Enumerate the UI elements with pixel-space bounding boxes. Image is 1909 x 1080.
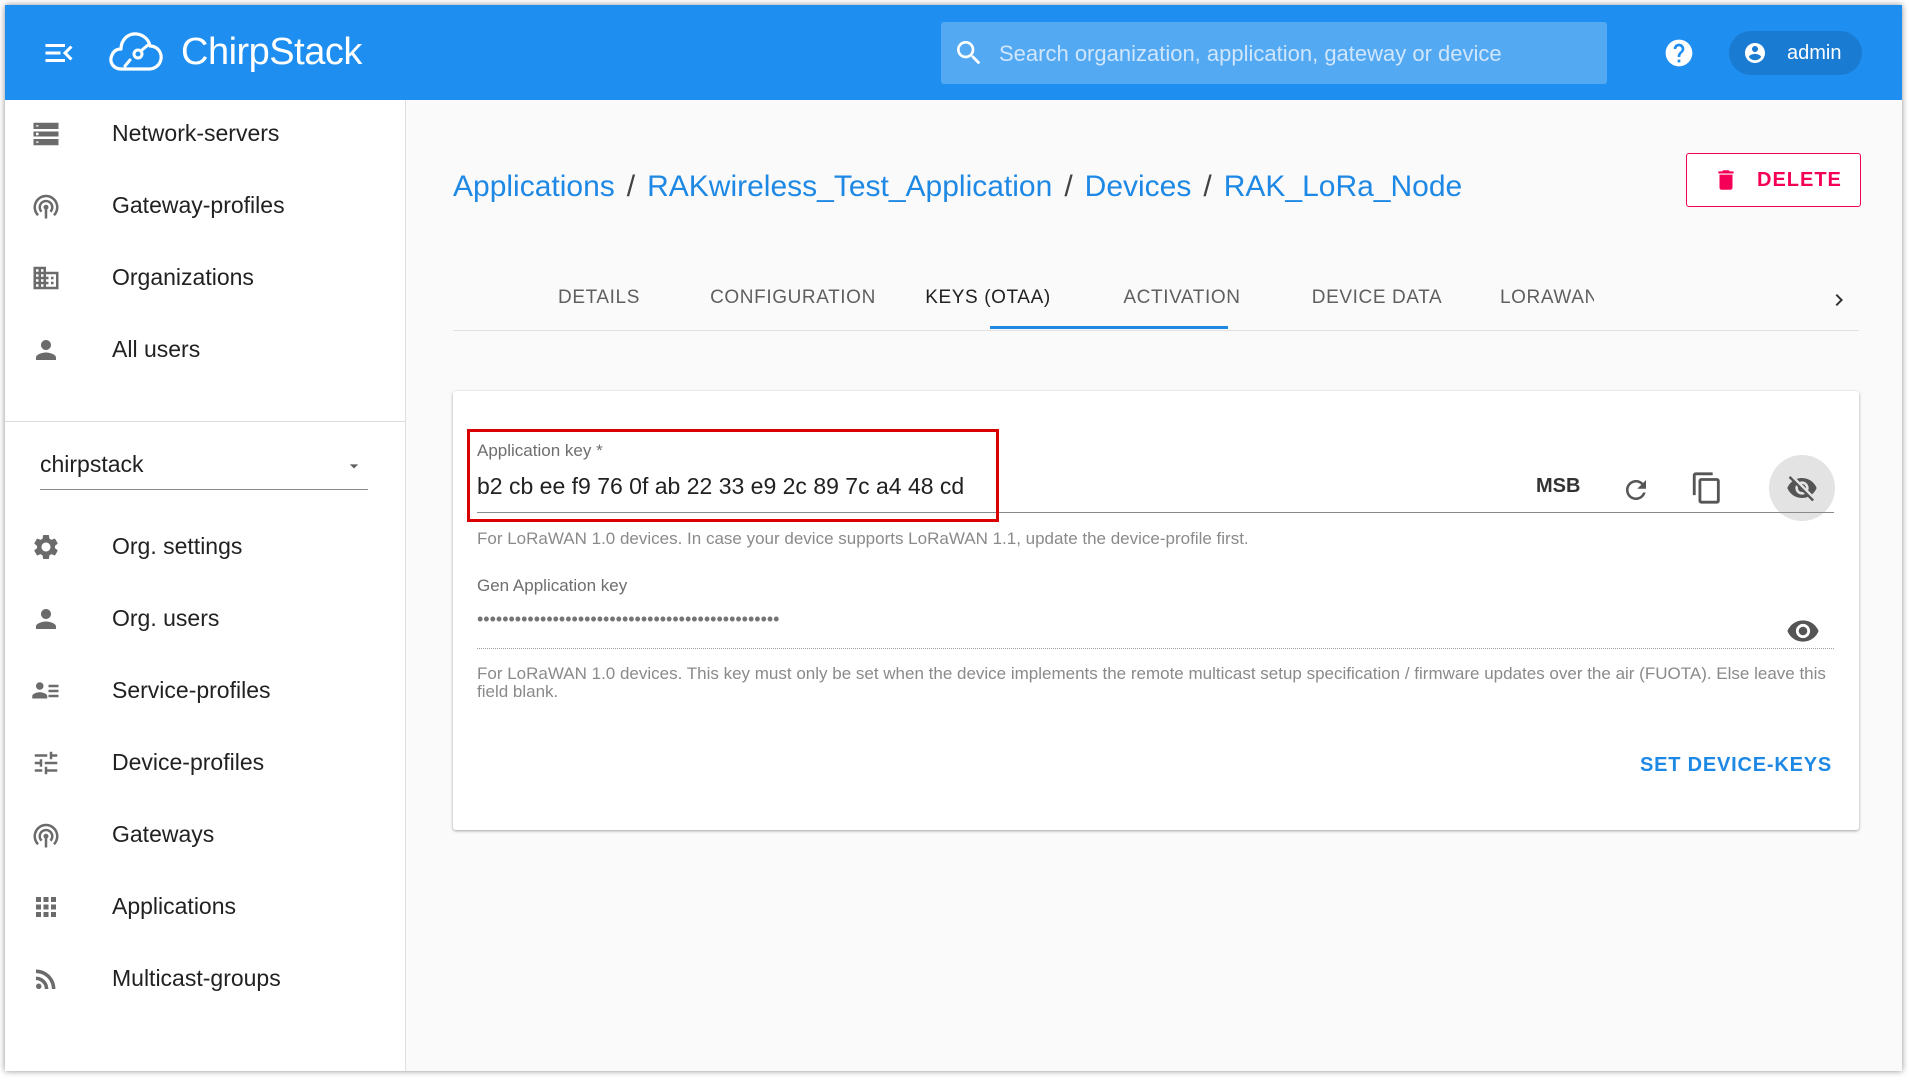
sidebar-item-service-profiles[interactable]: Service-profiles	[5, 659, 405, 721]
search-input[interactable]	[997, 22, 1601, 86]
sidebar-item-label: Applications	[112, 893, 237, 919]
sidebar: Network-servers Gateway-profiles Organiz…	[5, 100, 406, 1071]
person-icon	[36, 340, 56, 360]
byte-order-toggle[interactable]: MSB	[1536, 475, 1580, 498]
help-icon[interactable]	[1663, 37, 1695, 69]
brand-name: ChirpStack	[181, 31, 362, 73]
organization-select-value: chirpstack	[40, 451, 144, 477]
visibility-off-icon	[1787, 476, 1817, 502]
breadcrumb: Applications / RAKwireless_Test_Applicatio…	[453, 169, 1462, 205]
user-menu-button[interactable]: admin	[1729, 31, 1862, 75]
user-name: admin	[1787, 42, 1842, 64]
gear-icon	[34, 535, 58, 559]
breadcrumb-applications[interactable]: Applications	[453, 170, 615, 203]
sidebar-item-network-servers[interactable]: Network-servers	[5, 102, 405, 164]
sidebar-item-label: Gateways	[112, 821, 215, 847]
app-key-input[interactable]	[477, 469, 1377, 503]
breadcrumb-separator: /	[1064, 170, 1073, 203]
tab-device-data[interactable]: DEVICE DATA	[1258, 273, 1496, 329]
delete-label: DELETE	[1757, 169, 1842, 191]
sidebar-item-label: Service-profiles	[112, 677, 271, 703]
sidebar-item-label: Org. users	[112, 605, 220, 631]
building-icon	[33, 266, 59, 290]
delete-device-button[interactable]: DELETE	[1686, 153, 1861, 207]
breadcrumb-separator: /	[1203, 170, 1212, 203]
person-icon	[36, 609, 56, 629]
sidebar-item-label: Organizations	[112, 264, 254, 290]
sidebar-item-applications[interactable]: Applications	[5, 875, 405, 937]
sidebar-divider	[5, 421, 405, 422]
arrow-drop-down-icon	[349, 464, 359, 469]
organization-select[interactable]: chirpstack	[40, 441, 368, 490]
apps-grid-icon	[36, 897, 56, 917]
device-keys-card: Application key * MSB For LoRaWAN 1.0 de…	[453, 391, 1859, 830]
sidebar-item-org-users[interactable]: Org. users	[5, 587, 405, 649]
menu-toggle-button[interactable]	[41, 35, 77, 71]
sidebar-item-label: Network-servers	[112, 120, 280, 146]
sidebar-item-all-users[interactable]: All users	[5, 318, 405, 380]
server-icon	[33, 122, 59, 146]
sidebar-item-label: Device-profiles	[112, 749, 265, 775]
gateway-icon	[33, 194, 59, 219]
tune-icon	[34, 751, 58, 775]
global-search[interactable]	[941, 22, 1607, 86]
account-circle-icon	[1745, 43, 1765, 63]
search-icon	[957, 41, 981, 65]
active-tab-indicator	[990, 326, 1228, 329]
device-tabs: DETAILS CONFIGURATION KEYS (OTAA) ACTIVA…	[453, 273, 1859, 331]
sidebar-item-label: Multicast-groups	[112, 965, 281, 991]
breadcrumb-separator: /	[626, 170, 636, 203]
set-device-keys-button[interactable]: SET DEVICE-KEYS	[1640, 754, 1832, 777]
gen-app-key-label: Gen Application key	[477, 576, 628, 595]
app-bar: ChirpStack admin	[5, 5, 1902, 100]
sidebar-item-gateways[interactable]: Gateways	[5, 803, 405, 865]
breadcrumb-devices[interactable]: Devices	[1085, 170, 1192, 203]
sidebar-item-organizations[interactable]: Organizations	[5, 246, 405, 308]
account-details-icon	[32, 682, 59, 699]
sidebar-item-device-profiles[interactable]: Device-profiles	[5, 731, 405, 793]
gen-app-key-underline	[477, 648, 1834, 649]
visibility-icon[interactable]	[1786, 614, 1820, 648]
app-window: ChirpStack admin Network-servers Gateway…	[5, 5, 1902, 1071]
sidebar-item-label: Org. settings	[112, 533, 243, 559]
sidebar-item-label: Gateway-profiles	[112, 192, 285, 218]
rss-icon	[36, 969, 56, 989]
gen-app-key-input[interactable]: ••••••••••••••••••••••••••••••••••••••••…	[477, 609, 779, 630]
menu-open-icon	[45, 44, 73, 62]
app-key-helper-text: For LoRaWAN 1.0 devices. In case your de…	[477, 529, 1249, 548]
gateway-icon	[33, 823, 59, 848]
sidebar-item-label: All users	[112, 336, 201, 362]
copy-icon[interactable]	[1690, 471, 1724, 505]
refresh-icon[interactable]	[1621, 475, 1651, 505]
chirpstack-logo-icon	[109, 32, 163, 71]
chevron-right-icon[interactable]	[1827, 288, 1851, 312]
sidebar-item-gateway-profiles[interactable]: Gateway-profiles	[5, 174, 405, 236]
sidebar-item-multicast-groups[interactable]: Multicast-groups	[5, 947, 405, 1009]
sidebar-item-org-settings[interactable]: Org. settings	[5, 515, 405, 577]
trash-icon	[1718, 170, 1734, 190]
app-key-underline	[477, 512, 1834, 513]
gen-app-key-helper-text: For LoRaWAN 1.0 devices. This key must o…	[477, 664, 1826, 701]
breadcrumb-application[interactable]: RAKwireless_Test_Application	[647, 170, 1052, 203]
tab-lorawan-frames[interactable]: LORAWAN FRAMES	[1500, 273, 1594, 329]
app-key-label: Application key *	[477, 441, 603, 460]
breadcrumb-device[interactable]: RAK_LoRa_Node	[1224, 170, 1463, 203]
